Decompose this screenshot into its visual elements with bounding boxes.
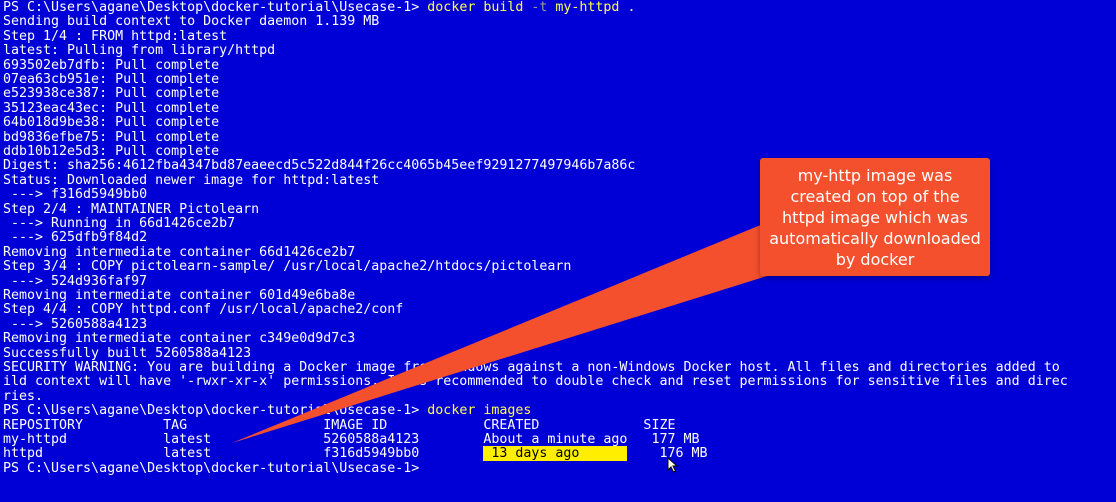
terminal-line: ---> f316d5949bb0	[3, 187, 148, 203]
output-text: ---> Running in 66d1426ce2b7	[3, 216, 236, 231]
output-text: 693502eb7dfb: Pull complete	[3, 57, 220, 73]
output-text: ild context will have '-rwxr-xr-x' permi…	[3, 374, 1068, 390]
terminal-line: Status: Downloaded newer image for httpd…	[3, 172, 380, 188]
output-text: Step 1/4 : FROM httpd:latest	[3, 28, 228, 44]
terminal-line: PS C:\Users\agane\Desktop\docker-tutoria…	[3, 403, 532, 419]
command-text: my-httpd .	[547, 0, 636, 15]
callout-text: my-http image was created on top of the …	[769, 165, 981, 269]
terminal-line: 35123eac43ec: Pull complete	[3, 100, 220, 116]
terminal-line: Sending build context to Docker daemon 1…	[3, 15, 379, 29]
output-text: ---> 625dfb9f84d2	[3, 230, 148, 246]
terminal-line: e523938ce387: Pull complete	[3, 87, 219, 101]
terminal-line: ddb10b12e5d3: Pull complete	[3, 144, 220, 159]
terminal-line: Step 2/4 : MAINTAINER Pictolearn	[3, 201, 260, 217]
terminal-line: ries.	[3, 388, 44, 404]
output-text: REPOSITORY TAG IMAGE ID CREATED SIZE	[3, 417, 676, 433]
output-text: Removing intermediate container 66d1426c…	[3, 244, 356, 260]
terminal-line: 64b018d9be38: Pull complete	[3, 115, 220, 131]
terminal-line: ---> Running in 66d1426ce2b7	[3, 216, 236, 231]
terminal-line: REPOSITORY TAG IMAGE ID CREATED SIZE	[3, 417, 676, 433]
output-text: Removing intermediate container 601d49e6…	[3, 288, 356, 303]
terminal-line: PS C:\Users\agane\Desktop\docker-tutoria…	[3, 0, 636, 15]
output-text: PS C:\Users\agane\Desktop\docker-tutoria…	[3, 403, 428, 419]
output-text: SECURITY WARNING: You are building a Doc…	[3, 360, 1060, 375]
output-text: Successfully built 5260588a4123	[3, 345, 252, 361]
mouse-pointer-icon	[667, 457, 679, 473]
terminal-line: httpd latest f316d5949bb0 13 days ago 17…	[3, 446, 708, 462]
terminal-line: 07ea63cb951e: Pull complete	[3, 72, 220, 87]
output-text: my-httpd latest 5260588a4123 About a min…	[3, 432, 700, 447]
output-text: Step 3/4 : COPY pictolearn-sample/ /usr/…	[3, 259, 572, 275]
output-text: ddb10b12e5d3: Pull complete	[3, 144, 220, 159]
output-text: e523938ce387: Pull complete	[3, 86, 220, 102]
terminal-line: Step 4/4 : COPY httpd.conf /usr/local/ap…	[3, 303, 403, 317]
output-text: PS C:\Users\agane\Desktop\docker-tutoria…	[3, 460, 420, 476]
output-text: ---> 5260588a4123	[3, 316, 148, 332]
terminal-line: Removing intermediate container c349e0d9…	[3, 331, 356, 347]
output-text: 64b018d9be38: Pull complete	[3, 115, 220, 131]
output-text: bd9836efbe75: Pull complete	[3, 129, 220, 145]
output-text: 07ea63cb951e: Pull complete	[3, 72, 220, 87]
output-text: ---> 524d936faf97	[3, 273, 148, 289]
output-text: Step 4/4 : COPY httpd.conf /usr/local/ap…	[3, 302, 404, 318]
highlighted-text: 13 days ago	[483, 446, 628, 462]
terminal-line: Removing intermediate container 66d1426c…	[3, 244, 356, 260]
terminal-line: Step 1/4 : FROM httpd:latest	[3, 28, 228, 44]
output-text: Sending build context to Docker daemon 1…	[3, 14, 380, 30]
callout-annotation: my-http image was created on top of the …	[760, 158, 990, 276]
terminal-line: Digest: sha256:4612fba4347bd87eaeecd5c52…	[3, 159, 635, 173]
output-text: Digest: sha256:4612fba4347bd87eaeecd5c52…	[3, 158, 636, 174]
terminal-line: ---> 5260588a4123	[3, 316, 148, 332]
output-text: ---> f316d5949bb0	[3, 187, 148, 203]
terminal-line: Successfully built 5260588a4123	[3, 345, 252, 361]
terminal-line: latest: Pulling from library/httpd	[3, 43, 276, 59]
output-text: ries.	[3, 388, 44, 404]
terminal-line: Removing intermediate container 601d49e6…	[3, 288, 356, 303]
output-text: latest: Pulling from library/httpd	[3, 43, 276, 59]
terminal-line: my-httpd latest 5260588a4123 About a min…	[3, 432, 700, 447]
terminal-line: PS C:\Users\agane\Desktop\docker-tutoria…	[3, 460, 420, 476]
output-text: PS C:\Users\agane\Desktop\docker-tutoria…	[3, 0, 428, 15]
terminal-line: 693502eb7dfb: Pull complete	[3, 57, 220, 73]
output-text: Removing intermediate container c349e0d9…	[3, 331, 356, 347]
terminal-line: Step 3/4 : COPY pictolearn-sample/ /usr/…	[3, 259, 572, 275]
terminal-line: ---> 524d936faf97	[3, 273, 148, 289]
command-text: docker images	[427, 403, 532, 419]
output-text: Status: Downloaded newer image for httpd…	[3, 172, 380, 188]
output-text: Step 2/4 : MAINTAINER Pictolearn	[3, 201, 260, 217]
command-text: docker build	[427, 0, 532, 15]
terminal-line: bd9836efbe75: Pull complete	[3, 129, 220, 145]
terminal-line: SECURITY WARNING: You are building a Doc…	[3, 360, 1060, 375]
output-text: httpd latest f316d5949bb0	[3, 446, 484, 462]
output-text: 35123eac43ec: Pull complete	[3, 100, 220, 116]
command-flag: -t	[531, 0, 548, 15]
terminal-line: ---> 625dfb9f84d2	[3, 231, 147, 245]
terminal-line: ild context will have '-rwxr-xr-x' permi…	[3, 375, 1068, 389]
